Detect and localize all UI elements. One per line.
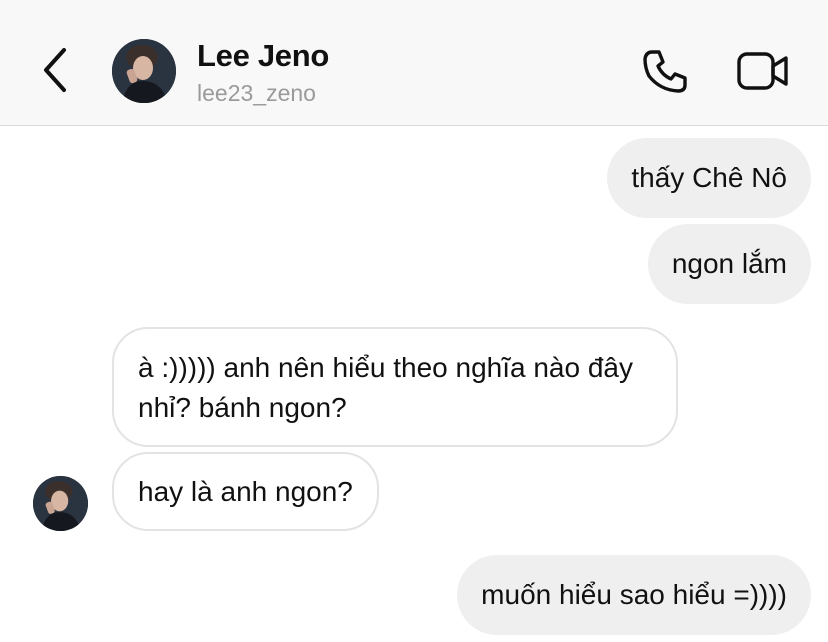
- message-bubble-sent[interactable]: thấy Chê Nô: [607, 138, 811, 218]
- avatar[interactable]: [112, 39, 176, 103]
- chat-header: Lee Jeno lee23_zeno: [0, 0, 828, 126]
- avatar-photo: [33, 476, 88, 531]
- contact-name[interactable]: Lee Jeno: [197, 38, 329, 74]
- call-button[interactable]: [640, 46, 690, 96]
- message-bubble-sent[interactable]: ngon lắm: [647, 224, 811, 304]
- avatar-photo: [112, 39, 176, 103]
- video-camera-icon: [737, 52, 788, 90]
- message-bubble-received[interactable]: hay là anh ngon?: [112, 452, 379, 531]
- message-bubble-received[interactable]: à :))))) anh nên hiểu theo nghĩa nào đây…: [112, 327, 678, 447]
- message-bubble-sent[interactable]: muốn hiểu sao hiểu =)))): [457, 555, 811, 635]
- video-call-button[interactable]: [736, 50, 790, 92]
- sender-avatar[interactable]: [33, 476, 88, 531]
- back-button[interactable]: [36, 44, 76, 96]
- contact-username: lee23_zeno: [197, 80, 316, 106]
- chevron-left-icon: [44, 48, 66, 92]
- phone-icon: [643, 50, 687, 93]
